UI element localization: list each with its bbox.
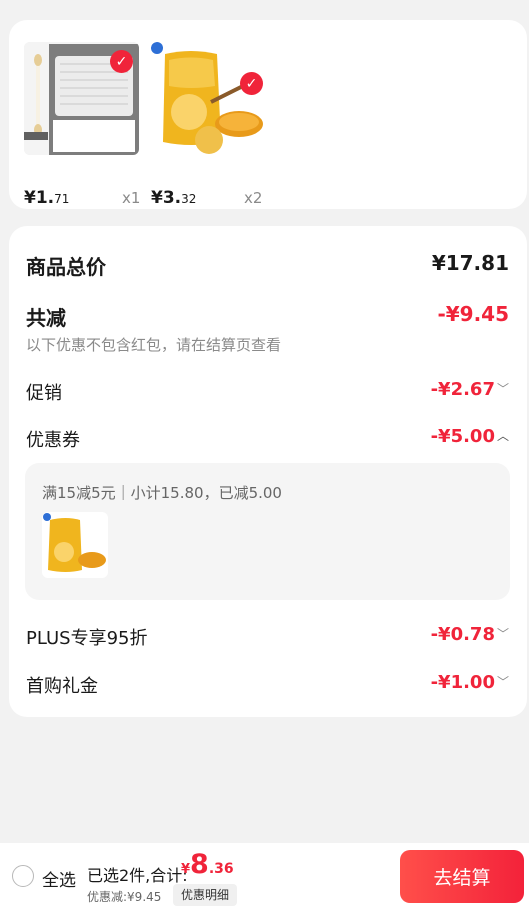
coupon-value: -¥5.00 (430, 426, 495, 447)
total-price-value: ¥17.81 (431, 251, 509, 275)
total-price-label: 商品总价 (26, 255, 106, 279)
checkout-button[interactable]: 去结算 (400, 850, 524, 903)
promotion-label: 促销 (26, 383, 62, 404)
footer-currency: ¥ (181, 862, 191, 877)
price-decimal: 71 (54, 192, 70, 206)
product-price: ¥3.32 (151, 188, 196, 208)
price-integer: ¥1. (24, 188, 55, 208)
footer-total-price: ¥8.36 (181, 849, 234, 880)
plus-discount-label: PLUS专享95折 (26, 628, 148, 649)
product-selected-check-icon[interactable]: ✓ (110, 50, 133, 73)
plus-discount-value-toggle[interactable]: -¥0.78 ﹀ (431, 624, 509, 645)
product-selected-check-icon[interactable]: ✓ (240, 72, 263, 95)
chevron-up-icon: ︿ (496, 429, 509, 443)
footer-total-decimal: .36 (208, 861, 234, 877)
chevron-down-icon: ﹀ (496, 627, 509, 641)
total-reduction-label: 共减 (26, 306, 66, 330)
plus-discount-value: -¥0.78 (430, 624, 495, 645)
footer-total-integer: 8 (190, 849, 209, 880)
first-purchase-gift-value: -¥1.00 (430, 672, 495, 693)
discount-detail-button[interactable]: 优惠明细 (173, 884, 238, 906)
price-breakdown-card: 商品总价 ¥17.81 共减 -¥9.45 以下优惠不包含红包，请在结算页查看 … (9, 226, 527, 717)
select-all-label[interactable]: 全选 (42, 866, 76, 891)
price-integer: ¥3. (151, 188, 182, 208)
checkout-bar: 全选 已选2件,合计: ¥8.36 优惠减:¥9.45 优惠明细 去结算 (0, 843, 529, 910)
promotion-value: -¥2.67 (430, 379, 495, 400)
reduction-note: 以下优惠不包含红包，请在结算页查看 (26, 336, 282, 354)
coupon-label: 优惠券 (26, 430, 80, 451)
coupon-product-thumbnail[interactable] (42, 512, 108, 578)
total-reduction-value: -¥9.45 (437, 302, 509, 326)
chevron-down-icon: ﹀ (496, 382, 509, 396)
coupon-value-toggle[interactable]: -¥5.00 ︿ (431, 426, 509, 447)
product-quantity: x2 (244, 189, 263, 207)
product-quantity: x1 (122, 189, 141, 207)
coupon-detail-panel: 满15减5元｜小计15.80，已减5.00 (25, 463, 510, 600)
promotion-value-toggle[interactable]: -¥2.67 ﹀ (431, 379, 509, 400)
first-purchase-gift-label: 首购礼金 (26, 676, 98, 697)
selected-products-card: ✓ ¥1.71 x1 ✓ ¥3.32 x2 (9, 20, 527, 209)
selected-count-text: 已选2件,合计: (87, 866, 188, 885)
footer-discount-text: 优惠减:¥9.45 (87, 890, 162, 904)
price-decimal: 32 (181, 192, 197, 206)
product-image-honey-chips[interactable] (151, 42, 266, 155)
first-purchase-gift-value-toggle[interactable]: -¥1.00 ﹀ (431, 672, 509, 693)
coupon-detail-text: 满15减5元｜小计15.80，已减5.00 (42, 484, 282, 502)
chevron-down-icon: ﹀ (496, 675, 509, 689)
product-price: ¥1.71 (24, 188, 69, 208)
select-all-radio[interactable] (12, 865, 34, 887)
